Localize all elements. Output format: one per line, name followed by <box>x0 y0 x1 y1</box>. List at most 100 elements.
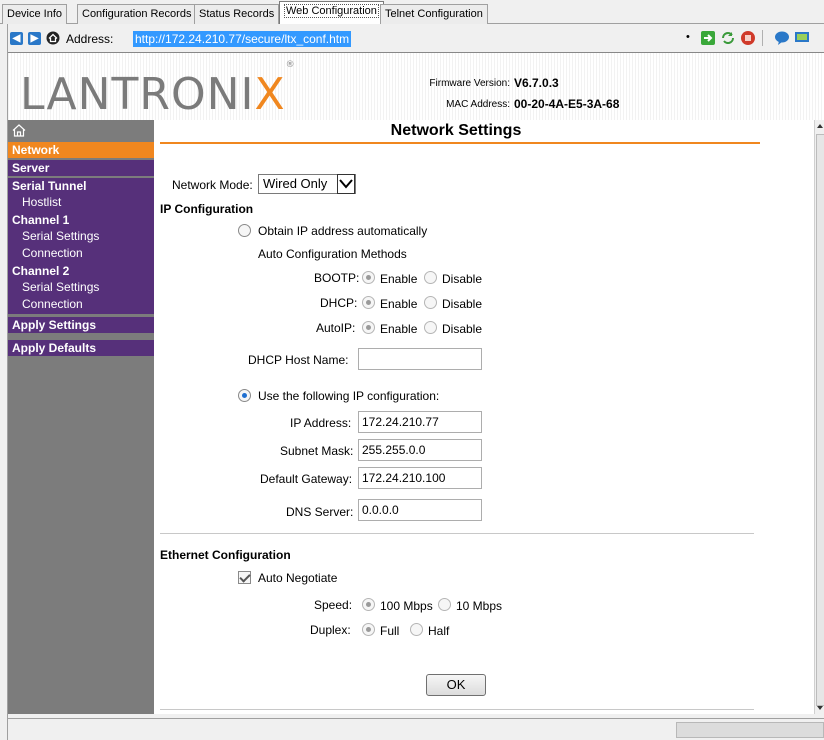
tab-web-configuration[interactable]: Web Configuration <box>279 1 384 24</box>
mac-address-label: MAC Address: <box>446 99 510 110</box>
back-arrow-icon[interactable]: ◀ <box>10 32 23 45</box>
tab-bar: Device Info Configuration Records Status… <box>0 0 824 24</box>
section-divider <box>160 533 754 534</box>
address-bar: ◀ ▶ Address: http://172.24.210.77/secure… <box>6 28 824 50</box>
tab-label: Web Configuration <box>284 4 379 18</box>
auto-negotiate-label: Auto Negotiate <box>258 571 338 585</box>
speed-100-label: 100 Mbps <box>380 599 433 613</box>
bootp-label: BOOTP: <box>314 271 360 285</box>
sidebar-item-ch2-connection[interactable]: Connection <box>8 296 154 314</box>
sidebar-item-serial-tunnel[interactable]: Serial Tunnel <box>8 178 154 194</box>
tab-status-records[interactable]: Status Records <box>194 4 280 24</box>
duplex-label: Duplex: <box>310 623 351 637</box>
tab-configuration-records[interactable]: Configuration Records <box>77 4 197 24</box>
sidebar-home[interactable] <box>8 120 154 142</box>
status-pane <box>676 722 824 738</box>
scroll-up-arrow-icon[interactable] <box>816 122 824 130</box>
left-frame-border <box>0 24 8 740</box>
screen-icon[interactable] <box>794 30 810 46</box>
sidebar-item-server[interactable]: Server <box>8 160 154 176</box>
ip-configuration-heading: IP Configuration <box>160 202 254 216</box>
page-title: Network Settings <box>390 122 522 139</box>
sidebar-item-network[interactable]: Network <box>8 142 154 158</box>
default-gateway-label: Default Gateway: <box>260 472 353 486</box>
browser-window: Device Info Configuration Records Status… <box>0 0 824 740</box>
bottom-divider <box>160 709 754 710</box>
forward-arrow-icon[interactable]: ▶ <box>28 32 41 45</box>
obtain-auto-radio[interactable] <box>238 224 251 237</box>
dns-server-input[interactable]: 0.0.0.0 <box>358 499 482 521</box>
tab-device-info[interactable]: Device Info <box>2 4 68 24</box>
sidebar-item-ch2-serial-settings[interactable]: Serial Settings <box>8 279 154 296</box>
default-gateway-input[interactable]: 172.24.210.100 <box>358 467 482 489</box>
chat-icon[interactable] <box>774 30 790 46</box>
dropdown-dot-icon[interactable]: • <box>686 31 690 43</box>
address-label: Address: <box>66 32 114 46</box>
dhcp-enable-radio[interactable] <box>362 296 375 309</box>
sidebar-item-channel-1[interactable]: Channel 1 <box>8 212 154 228</box>
duplex-half-label: Half <box>428 624 450 638</box>
speed-10-radio[interactable] <box>438 598 451 611</box>
sidebar-item-ch1-serial-settings[interactable]: Serial Settings <box>8 228 154 245</box>
ok-button[interactable]: OK <box>426 674 486 696</box>
speed-10-label: 10 Mbps <box>456 599 503 613</box>
dhcp-label: DHCP: <box>320 296 358 310</box>
use-following-label: Use the following IP configuration: <box>258 389 440 403</box>
status-bar <box>8 718 824 740</box>
network-mode-value: Wired Only <box>263 176 328 191</box>
obtain-auto-label: Obtain IP address automatically <box>258 224 428 238</box>
mac-address-value: 00-20-4A-E5-3A-68 <box>514 97 620 111</box>
ethernet-configuration-heading: Ethernet Configuration <box>160 548 291 562</box>
ip-address-input[interactable]: 172.24.210.77 <box>358 411 482 433</box>
duplex-half-radio[interactable] <box>410 623 423 636</box>
home-icon[interactable] <box>12 124 26 137</box>
scrollbar-thumb[interactable] <box>816 134 824 706</box>
tab-label: Device Info <box>7 8 63 20</box>
network-mode-select[interactable]: Wired Only <box>258 174 356 194</box>
speed-100-radio[interactable] <box>362 598 375 611</box>
go-icon[interactable] <box>700 30 716 46</box>
autoip-disable-radio[interactable] <box>424 321 437 334</box>
tab-telnet-configuration[interactable]: Telnet Configuration <box>380 4 488 24</box>
title-divider <box>160 142 760 144</box>
auto-negotiate-checkbox[interactable] <box>238 571 251 584</box>
bootp-enable-label: Enable <box>380 272 418 286</box>
autoip-enable-radio[interactable] <box>362 321 375 334</box>
speed-label: Speed: <box>314 598 353 612</box>
dhcp-enable-label: Enable <box>380 297 418 311</box>
dhcp-disable-label: Disable <box>442 297 483 311</box>
chevron-down-icon[interactable] <box>337 174 355 194</box>
sidebar-item-hostlist[interactable]: Hostlist <box>8 194 154 212</box>
stop-icon[interactable] <box>740 30 756 46</box>
bootp-enable-radio[interactable] <box>362 271 375 284</box>
bootp-disable-radio[interactable] <box>424 271 437 284</box>
sidebar-item-channel-2[interactable]: Channel 2 <box>8 263 154 279</box>
sidebar: Network Server Serial Tunnel Hostlist Ch… <box>8 120 154 714</box>
sidebar-item-ch1-connection[interactable]: Connection <box>8 245 154 263</box>
tab-label: Status Records <box>199 8 275 20</box>
scroll-down-arrow-icon[interactable] <box>816 704 824 712</box>
duplex-full-radio[interactable] <box>362 623 375 636</box>
toolbar-separator <box>762 30 763 46</box>
autoip-disable-label: Disable <box>442 322 483 336</box>
subnet-mask-input[interactable]: 255.255.0.0 <box>358 439 482 461</box>
page-header: LANTRONIX® Firmware Version: V6.7.0.3 MA… <box>8 52 824 120</box>
refresh-icon[interactable] <box>720 30 736 46</box>
vertical-scrollbar[interactable] <box>814 120 824 714</box>
main-content: Network Settings Network Mode: Wired Onl… <box>154 120 814 714</box>
sidebar-item-apply-defaults[interactable]: Apply Defaults <box>8 340 154 356</box>
dns-server-label: DNS Server: <box>286 505 354 519</box>
use-following-radio[interactable] <box>238 389 251 402</box>
firmware-label: Firmware Version: <box>429 78 510 89</box>
auto-methods-label: Auto Configuration Methods <box>258 247 407 261</box>
network-mode-label: Network Mode: <box>172 178 253 192</box>
duplex-full-label: Full <box>380 624 400 638</box>
dhcp-disable-radio[interactable] <box>424 296 437 309</box>
bootp-disable-label: Disable <box>442 272 483 286</box>
home-icon[interactable] <box>46 31 60 45</box>
dhcp-host-name-input[interactable] <box>358 348 482 370</box>
address-url-field[interactable]: http://172.24.210.77/secure/ltx_conf.htm <box>133 31 352 47</box>
tab-label: Configuration Records <box>82 8 192 20</box>
autoip-label: AutoIP: <box>316 321 356 335</box>
sidebar-item-apply-settings[interactable]: Apply Settings <box>8 317 154 333</box>
